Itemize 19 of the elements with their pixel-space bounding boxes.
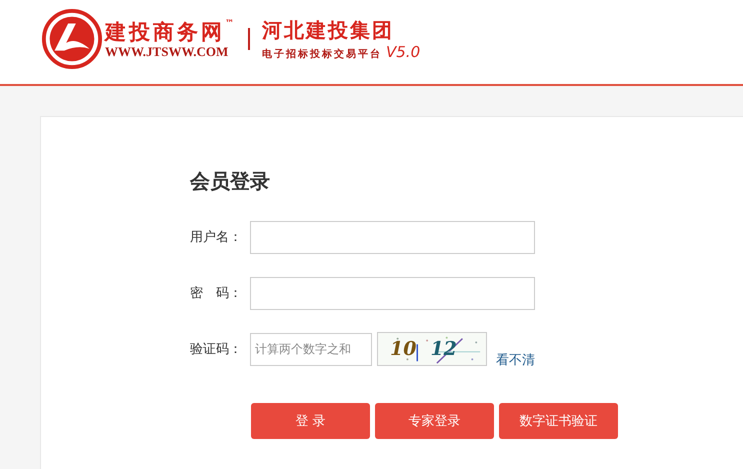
field-label: 密 码： [190, 285, 243, 302]
captcha-image: 10 12 [377, 332, 487, 366]
brand-name: 建投商务网 [105, 19, 225, 45]
brand-url: WWW.JTSWW.COM [105, 45, 230, 59]
platform-name: 电子招标投标交易平台 [262, 47, 382, 61]
trademark-mark: ™ [225, 19, 234, 29]
login-button[interactable]: 登 录 [251, 403, 370, 439]
version-label: V5.0 [386, 43, 420, 61]
login-button[interactable]: 专家登录 [375, 403, 494, 439]
logo-icon [41, 8, 103, 70]
username-field[interactable] [250, 220, 535, 254]
field-label: 用户名： [190, 229, 243, 246]
refresh-captcha-link[interactable]: 看不清 [496, 351, 535, 369]
field-label: 验证码： [190, 341, 243, 358]
captcha-field[interactable]: 计算两个数字之和 [250, 332, 372, 366]
group-name: 河北建投集团 [262, 17, 395, 43]
login-button[interactable]: 数字证书验证 [499, 403, 618, 439]
login-title: 会员登录 [190, 168, 271, 195]
password-field[interactable] [250, 276, 535, 310]
